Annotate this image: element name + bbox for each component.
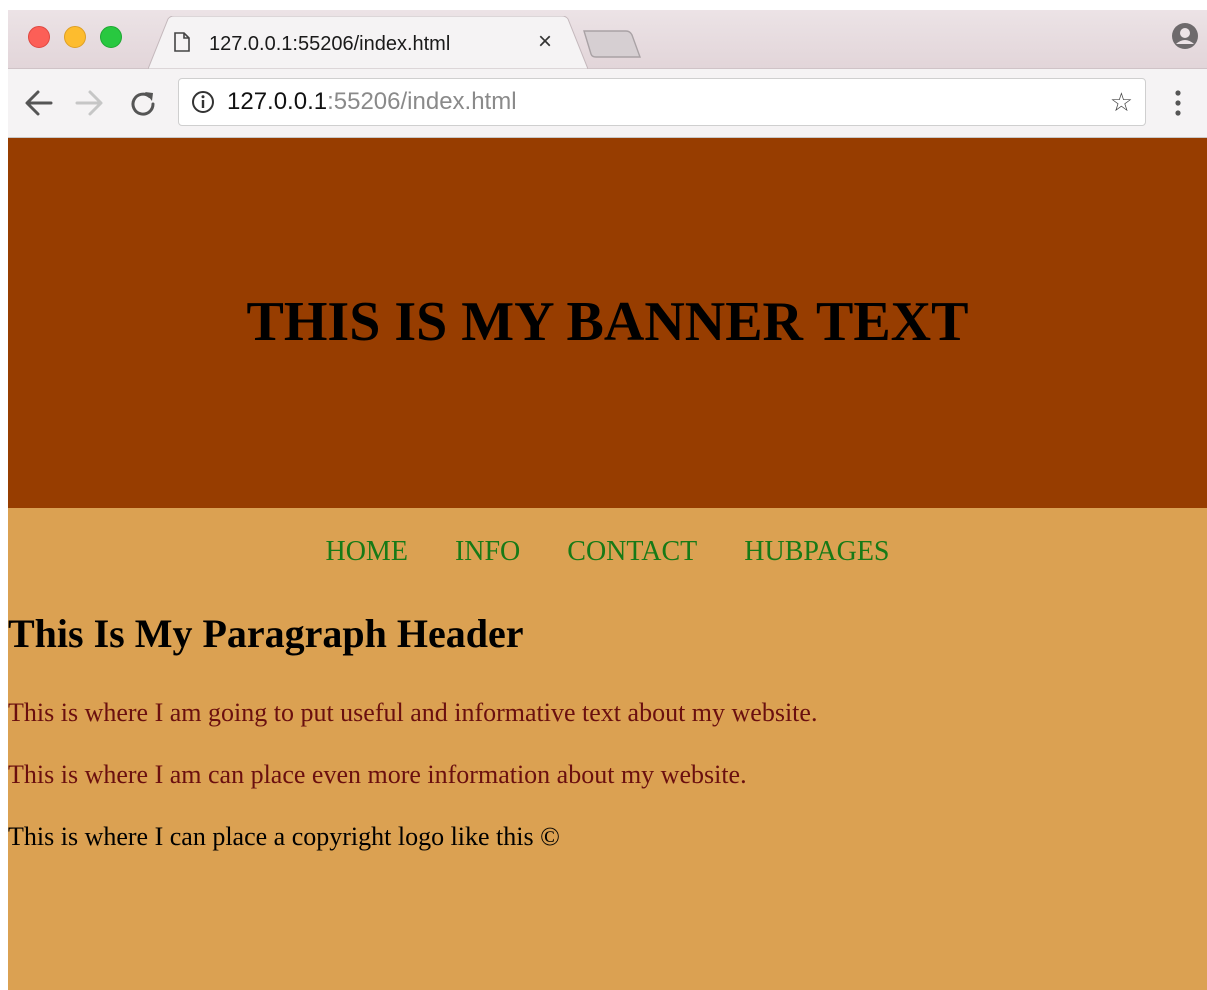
paragraph-header: This Is My Paragraph Header [8,611,524,656]
address-url: 127.0.0.1:55206/index.html [227,88,517,116]
paragraph-1: This is where I am going to put useful a… [8,698,818,727]
url-path: :55206/index.html [327,88,517,115]
close-window-button[interactable] [28,26,50,48]
nav-link-contact[interactable]: CONTACT [567,536,697,567]
document-icon [174,32,190,57]
banner: THIS IS MY BANNER TEXT [8,138,1207,508]
address-bar[interactable]: 127.0.0.1:55206/index.html ☆ [178,78,1146,126]
tab-strip: 127.0.0.1:55206/index.html × [8,10,1207,69]
minimize-window-button[interactable] [64,26,86,48]
nav-link-info[interactable]: INFO [455,536,520,567]
reload-icon[interactable] [128,89,158,124]
new-tab-button[interactable] [582,29,642,64]
profile-icon[interactable] [1171,22,1199,55]
site-nav: HOME INFO CONTACT HUBPAGES [8,536,1207,568]
toolbar: 127.0.0.1:55206/index.html ☆ [8,69,1207,138]
maximize-window-button[interactable] [100,26,122,48]
url-host: 127.0.0.1 [227,88,328,115]
web-page: THIS IS MY BANNER TEXT HOME INFO CONTACT… [8,138,1207,990]
star-icon[interactable]: ☆ [1110,89,1133,115]
browser-window: 127.0.0.1:55206/index.html × 127.0.0.1:5… [8,10,1207,990]
forward-icon[interactable] [74,89,104,122]
back-icon[interactable] [24,89,54,122]
nav-link-hubpages[interactable]: HUBPAGES [744,536,889,567]
tab-active[interactable]: 127.0.0.1:55206/index.html × [148,16,588,69]
nav-link-home[interactable]: HOME [325,536,407,567]
tab-title: 127.0.0.1:55206/index.html [209,33,451,55]
paragraph-3: This is where I can place a copyright lo… [8,822,560,851]
menu-icon[interactable] [1174,89,1182,122]
info-icon[interactable] [191,90,215,119]
banner-text: THIS IS MY BANNER TEXT [246,291,969,353]
paragraph-2: This is where I am can place even more i… [8,760,747,789]
tab-close-icon[interactable]: × [538,30,552,54]
